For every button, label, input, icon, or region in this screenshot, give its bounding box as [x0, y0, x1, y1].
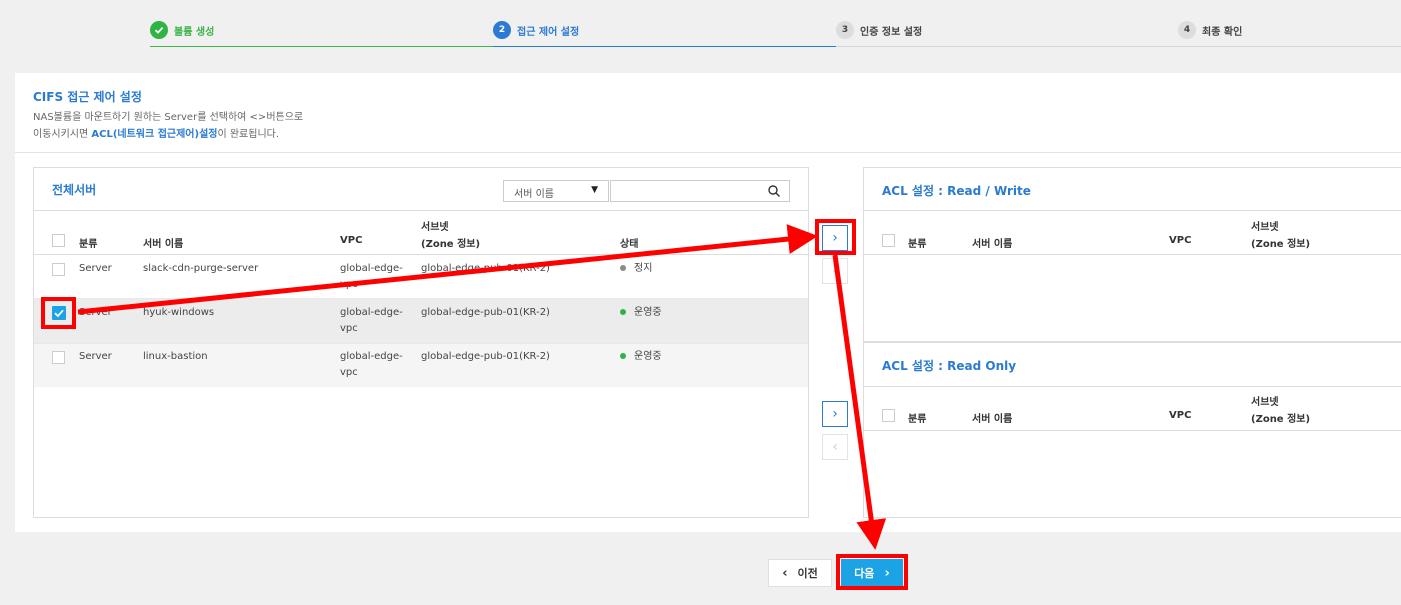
annotation-arrow-to-next: [832, 254, 887, 550]
annotation-arrows: [77, 224, 887, 550]
annotation-arrow-to-move: [77, 224, 818, 315]
